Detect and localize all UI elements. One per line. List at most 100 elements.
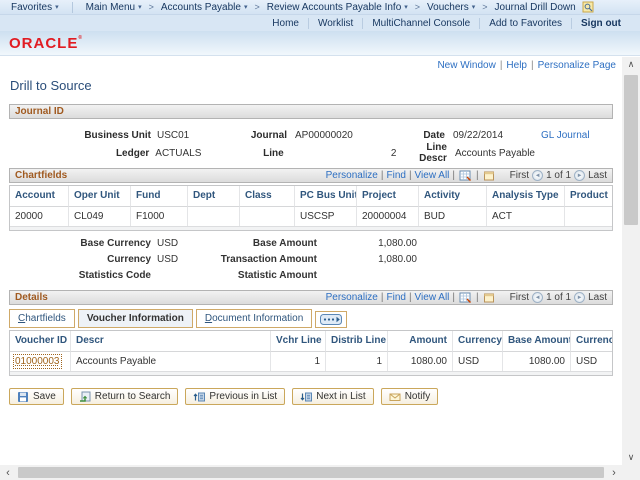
multichannel-console-link[interactable]: MultiChannel Console bbox=[362, 18, 479, 29]
chartfields-header-row: Account Oper Unit Fund Dept Class PC Bus… bbox=[10, 186, 612, 206]
breadcrumb-accounts-payable[interactable]: Accounts Payable ▾ bbox=[158, 2, 251, 13]
gl-journal-link[interactable]: GL Journal bbox=[541, 130, 613, 141]
vertical-scrollbar[interactable]: ∧ ∨ bbox=[622, 57, 640, 465]
download-grid-icon[interactable] bbox=[459, 170, 472, 182]
notify-label: Notify bbox=[405, 391, 431, 402]
scrollbar-corner bbox=[622, 465, 640, 480]
scroll-left-icon[interactable]: ‹ bbox=[0, 465, 16, 480]
save-button[interactable]: Save bbox=[9, 388, 64, 405]
cell-pc-bus-unit: USCSP bbox=[294, 206, 356, 226]
add-to-favorites-link[interactable]: Add to Favorites bbox=[479, 18, 571, 29]
scroll-right-icon[interactable]: › bbox=[606, 465, 622, 480]
statistics-code-label: Statistics Code bbox=[9, 270, 151, 281]
control-separator: | bbox=[381, 170, 384, 181]
home-link[interactable]: Home bbox=[263, 18, 308, 29]
personalize-link[interactable]: Personalize bbox=[326, 170, 378, 181]
base-currency-value: USD bbox=[157, 238, 217, 249]
breadcrumb-favorites[interactable]: Favorites ▾ bbox=[8, 2, 62, 13]
popup-window-icon[interactable] bbox=[483, 170, 495, 182]
details-grid-controls: Personalize | Find | View All | | First … bbox=[326, 292, 607, 304]
cell-class bbox=[239, 206, 294, 226]
chartfields-grid-controls: Personalize | Find | View All | | First … bbox=[326, 170, 607, 182]
next-page-icon[interactable]: ► bbox=[574, 292, 585, 303]
tab-label: Document Information bbox=[205, 313, 303, 324]
next-page-icon[interactable]: ► bbox=[574, 170, 585, 181]
show-all-columns-tab[interactable] bbox=[315, 311, 347, 328]
journal-id-section-title: Journal ID bbox=[15, 106, 64, 117]
previous-page-icon[interactable]: ◄ bbox=[532, 292, 543, 303]
view-all-link[interactable]: View All bbox=[415, 170, 450, 181]
col-project: Project bbox=[356, 186, 418, 206]
chevron-down-icon: ▾ bbox=[404, 3, 408, 11]
details-data-row: 01000003 Accounts Payable 1 1 1080.00 US… bbox=[10, 351, 612, 371]
chevron-down-icon: ▾ bbox=[138, 3, 142, 11]
oracle-logo: ORACLE® bbox=[9, 35, 83, 52]
journal-id-row-1: Business Unit USC01 Journal AP00000020 D… bbox=[9, 128, 613, 142]
line-label: Line bbox=[226, 148, 283, 159]
col-voucher-id: Voucher ID bbox=[10, 331, 70, 351]
details-section-header: Details Personalize | Find | View All | … bbox=[9, 290, 613, 305]
cell-oper-unit: CL049 bbox=[68, 206, 130, 226]
chevron-down-icon: ▾ bbox=[244, 3, 248, 11]
business-unit-value: USC01 bbox=[157, 130, 229, 141]
col-distrib-line: Distrib Line bbox=[325, 331, 387, 351]
last-label[interactable]: Last bbox=[588, 170, 607, 181]
scroll-down-icon[interactable]: ∨ bbox=[622, 450, 640, 465]
first-label[interactable]: First bbox=[510, 292, 529, 303]
breadcrumb-vouchers[interactable]: Vouchers ▾ bbox=[424, 2, 478, 13]
vertical-scrollbar-thumb[interactable] bbox=[624, 75, 638, 225]
breadcrumb: Favorites ▾ Main Menu ▾ > Accounts Payab… bbox=[0, 0, 640, 15]
page-indicator: 1 of 1 bbox=[546, 292, 571, 303]
last-label[interactable]: Last bbox=[588, 292, 607, 303]
first-label[interactable]: First bbox=[510, 170, 529, 181]
previous-in-list-button[interactable]: Previous in List bbox=[185, 388, 285, 405]
sign-out-link[interactable]: Sign out bbox=[571, 18, 630, 29]
base-currency-row: Base Currency USD Base Amount 1,080.00 bbox=[9, 237, 613, 250]
voucher-id-link[interactable]: 01000003 bbox=[15, 356, 60, 367]
col-analysis-type: Analysis Type bbox=[486, 186, 564, 206]
find-link[interactable]: Find bbox=[386, 170, 405, 181]
details-tab-strip: Chartfields Voucher Information Document… bbox=[9, 309, 613, 328]
tab-voucher-information[interactable]: Voucher Information bbox=[78, 309, 193, 328]
horizontal-scrollbar-thumb[interactable] bbox=[18, 467, 604, 478]
control-separator: | bbox=[452, 170, 455, 181]
breadcrumb-favorites-label: Favorites bbox=[11, 2, 52, 13]
return-to-search-button[interactable]: Return to Search bbox=[71, 388, 179, 405]
breadcrumb-separator: > bbox=[254, 2, 259, 12]
tab-document-information[interactable]: Document Information bbox=[196, 309, 312, 328]
details-header-row: Voucher ID Descr Vchr Line Distrib Line … bbox=[10, 331, 612, 351]
help-link[interactable]: Help bbox=[506, 60, 527, 71]
view-all-link[interactable]: View All bbox=[415, 292, 450, 303]
utility-bar: Home Worklist MultiChannel Console Add t… bbox=[0, 15, 640, 31]
breadcrumb-main-menu[interactable]: Main Menu ▾ bbox=[83, 2, 145, 13]
cell-product bbox=[564, 206, 612, 226]
breadcrumb-review-ap-info[interactable]: Review Accounts Payable Info ▾ bbox=[264, 2, 411, 13]
col-descr: Descr bbox=[70, 331, 270, 351]
next-in-list-button[interactable]: Next in List bbox=[292, 388, 373, 405]
show-all-columns-icon bbox=[320, 314, 342, 325]
col-dept: Dept bbox=[187, 186, 239, 206]
cell-descr: Accounts Payable bbox=[70, 351, 270, 371]
download-grid-icon[interactable] bbox=[459, 292, 472, 304]
new-window-link[interactable]: New Window bbox=[437, 60, 495, 71]
col-base-currency: Currency bbox=[570, 331, 612, 351]
page-search-icon[interactable] bbox=[582, 1, 594, 13]
journal-id-section-header: Journal ID bbox=[9, 104, 613, 119]
horizontal-scrollbar[interactable]: ‹ › bbox=[0, 465, 622, 480]
worklist-link[interactable]: Worklist bbox=[308, 18, 362, 29]
scroll-up-icon[interactable]: ∧ bbox=[622, 57, 640, 72]
popup-window-icon[interactable] bbox=[483, 292, 495, 304]
col-base-amount: Base Amount bbox=[502, 331, 570, 351]
tab-chartfields[interactable]: Chartfields bbox=[9, 309, 75, 328]
base-amount-label: Base Amount bbox=[217, 238, 317, 249]
cell-distrib-line: 1 bbox=[325, 351, 387, 371]
find-link[interactable]: Find bbox=[386, 292, 405, 303]
personalize-link[interactable]: Personalize bbox=[326, 292, 378, 303]
personalize-page-link[interactable]: Personalize Page bbox=[538, 60, 616, 71]
previous-page-icon[interactable]: ◄ bbox=[532, 170, 543, 181]
grid-footer bbox=[10, 226, 612, 230]
breadcrumb-separator: > bbox=[149, 2, 154, 12]
notify-button[interactable]: Notify bbox=[381, 388, 439, 405]
cell-fund: F1000 bbox=[130, 206, 187, 226]
details-grid: Voucher ID Descr Vchr Line Distrib Line … bbox=[9, 330, 613, 376]
